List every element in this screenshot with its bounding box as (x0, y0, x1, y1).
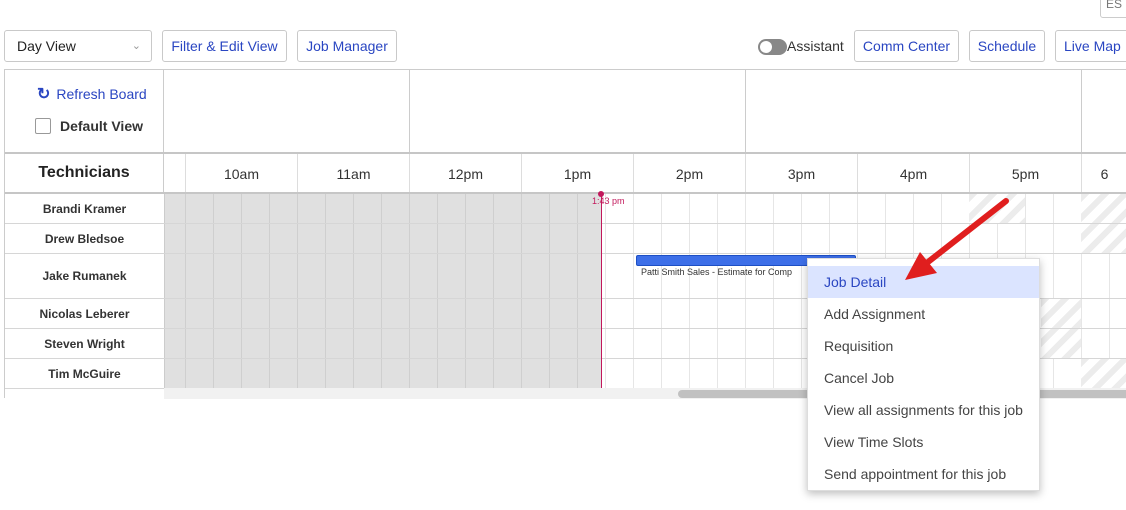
view-select[interactable]: Day View ⌄ (4, 30, 152, 62)
technician-name: Jake Rumanek (42, 269, 127, 283)
time-label: 2pm (633, 154, 745, 192)
job-assignment-label: Patti Smith Sales - Estimate for Comp (641, 267, 793, 277)
time-label: 12pm (409, 154, 521, 192)
job-context-menu: Job Detail Add Assignment Requisition Ca… (807, 258, 1040, 491)
filter-edit-view-button[interactable]: Filter & Edit View (162, 30, 287, 62)
refresh-board-button[interactable]: ↻ Refresh Board (37, 84, 147, 104)
menu-item-add-assignment[interactable]: Add Assignment (808, 298, 1039, 330)
view-select-value: Day View (17, 38, 76, 54)
technician-name: Steven Wright (44, 337, 125, 351)
time-header-row: Technicians 10am 11am 12pm 1pm 2pm 3pm 4… (5, 152, 1126, 194)
technician-name: Brandi Kramer (42, 202, 127, 216)
technician-row[interactable]: Drew Bledsoe (5, 224, 1126, 254)
menu-item-job-detail[interactable]: Job Detail (808, 266, 1039, 298)
header-divider (745, 70, 746, 152)
header-blocks (164, 70, 1126, 152)
chevron-down-icon: ⌄ (131, 40, 141, 52)
current-time-label: 1:43 pm (592, 196, 625, 206)
menu-item-view-time-slots[interactable]: View Time Slots (808, 426, 1039, 458)
technician-name: Tim McGuire (48, 367, 121, 381)
technicians-header: Technicians (5, 154, 164, 192)
menu-item-send-appointment[interactable]: Send appointment for this job (808, 458, 1039, 490)
header-divider (1081, 70, 1082, 152)
current-time-line (601, 194, 602, 388)
checkbox-icon[interactable] (35, 118, 51, 134)
menu-item-requisition[interactable]: Requisition (808, 330, 1039, 362)
menu-item-view-all-assignments[interactable]: View all assignments for this job (808, 394, 1039, 426)
schedule-button[interactable]: Schedule (969, 30, 1045, 62)
board-controls: ↻ Refresh Board Default View (5, 70, 164, 152)
time-label: 6 (1081, 154, 1126, 192)
refresh-icon: ↻ (37, 86, 51, 103)
time-label: 1pm (521, 154, 633, 192)
time-label: 4pm (857, 154, 969, 192)
default-view-checkbox[interactable]: Default View (35, 118, 143, 134)
assistant-label: Assistant (787, 38, 844, 54)
time-label: 3pm (745, 154, 857, 192)
time-label: 5pm (969, 154, 1081, 192)
user-initials-badge[interactable]: ES (1100, 0, 1126, 18)
technician-name: Drew Bledsoe (44, 232, 125, 246)
time-label: 10am (185, 154, 297, 192)
menu-item-cancel-job[interactable]: Cancel Job (808, 362, 1039, 394)
live-map-button[interactable]: Live Map (1055, 30, 1126, 62)
technician-row[interactable]: Brandi Kramer (5, 194, 1126, 224)
toggle-knob (760, 41, 772, 53)
time-label: 11am (297, 154, 409, 192)
job-manager-button[interactable]: Job Manager (297, 30, 397, 62)
header-divider (409, 70, 410, 152)
refresh-board-label: Refresh Board (56, 86, 147, 102)
default-view-label: Default View (60, 118, 143, 134)
technician-name: Nicolas Leberer (39, 307, 130, 321)
dispatch-board-page: ES Day View ⌄ Filter & Edit View Job Man… (0, 0, 1126, 510)
assistant-toggle[interactable] (758, 39, 787, 55)
comm-center-button[interactable]: Comm Center (854, 30, 959, 62)
